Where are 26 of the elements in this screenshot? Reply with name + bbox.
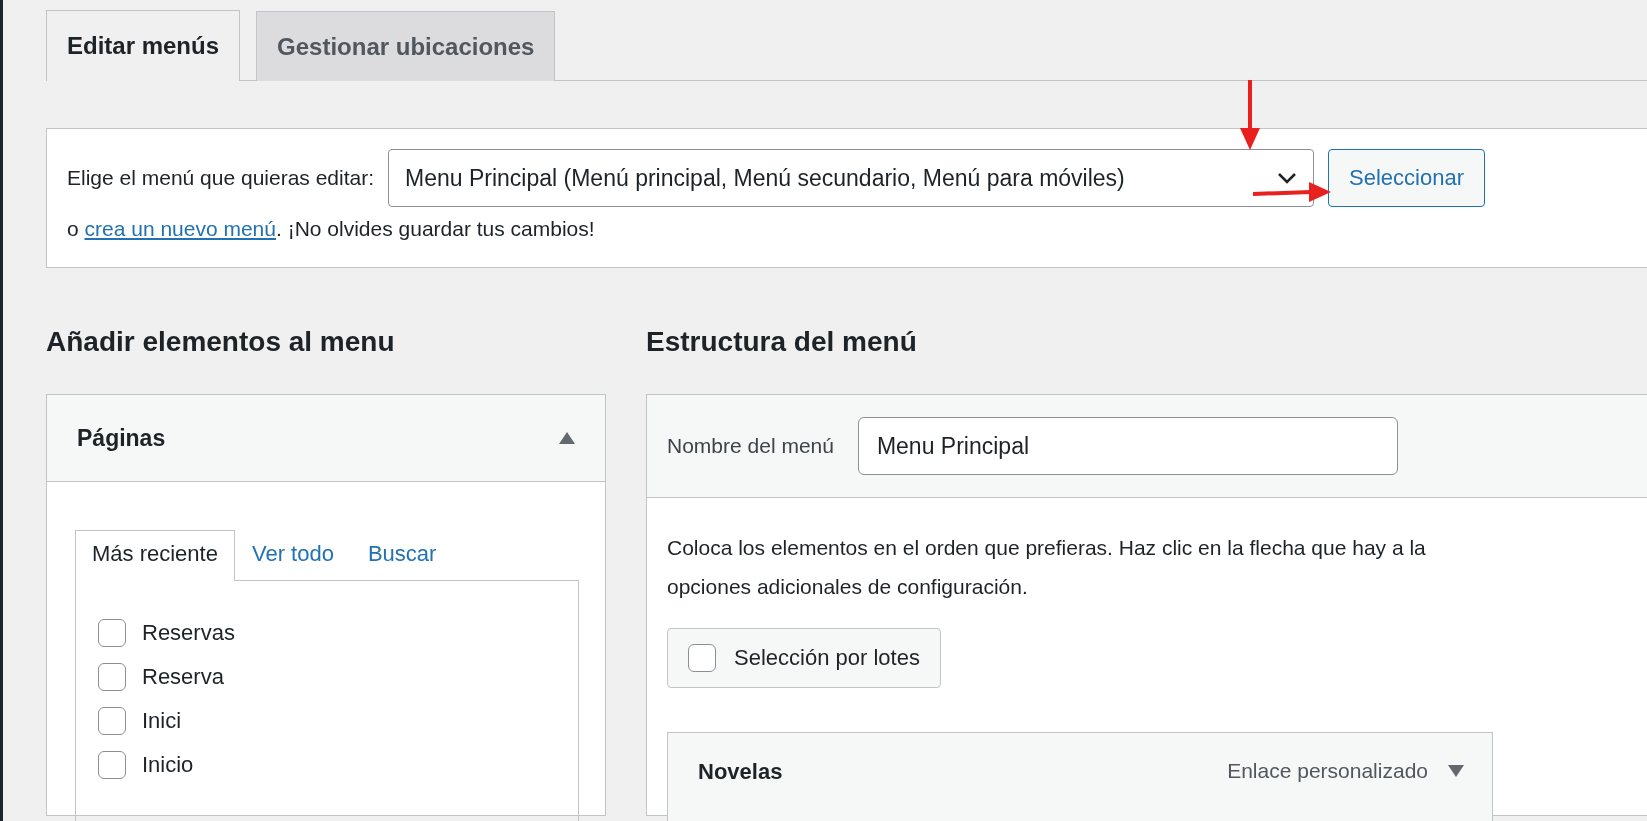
- instructions-text: opciones adicionales de configuración.: [667, 574, 1029, 600]
- menu-name-label: Nombre del menú: [667, 434, 834, 458]
- panel-title: Páginas: [77, 424, 166, 452]
- panel-tab[interactable]: Más reciente: [75, 530, 235, 581]
- panel-tab[interactable]: Ver todo: [234, 530, 351, 581]
- menu-item-title: Novelas: [698, 759, 784, 785]
- create-menu-link[interactable]: crea un nuevo menú: [84, 217, 276, 240]
- nav-tab[interactable]: Gestionar ubicaciones: [256, 11, 556, 81]
- create-menu-note: o crea un nuevo menú. ¡No olvides guardar tus cambios!: [67, 217, 596, 241]
- bulk-select-button[interactable]: Selección por lotes: [667, 628, 941, 688]
- page-label: Reservas: [142, 620, 235, 646]
- bulk-select-label: Selección por lotes: [734, 645, 920, 671]
- select-button[interactable]: Seleccionar: [1328, 149, 1485, 207]
- menu-name-field[interactable]: Menu Principal: [857, 417, 1398, 475]
- page-label: Inici: [142, 708, 182, 734]
- page-label: Reserva: [142, 664, 224, 690]
- panel-tab[interactable]: Buscar: [350, 530, 454, 581]
- menu-item-bar[interactable]: Novelas Enlace personalizado: [667, 732, 1493, 821]
- section-heading: Añadir elementos al menu: [46, 326, 396, 359]
- nav-tab[interactable]: Editar menús: [46, 10, 241, 81]
- select-label: Elige el menú que quieras editar:: [67, 166, 375, 190]
- page-label: Inicio: [142, 752, 194, 778]
- menu-item-type: Enlace personalizado: [1227, 759, 1428, 783]
- menu-dropdown[interactable]: Menu Principal (Menú principal, Menú secundario, Menú para móviles): [388, 149, 1315, 207]
- instructions-text: Coloca los elementos en el orden que prefieras. Haz clic en la flecha que hay a la: [667, 535, 1427, 561]
- section-heading: Estructura del menú: [646, 326, 918, 359]
